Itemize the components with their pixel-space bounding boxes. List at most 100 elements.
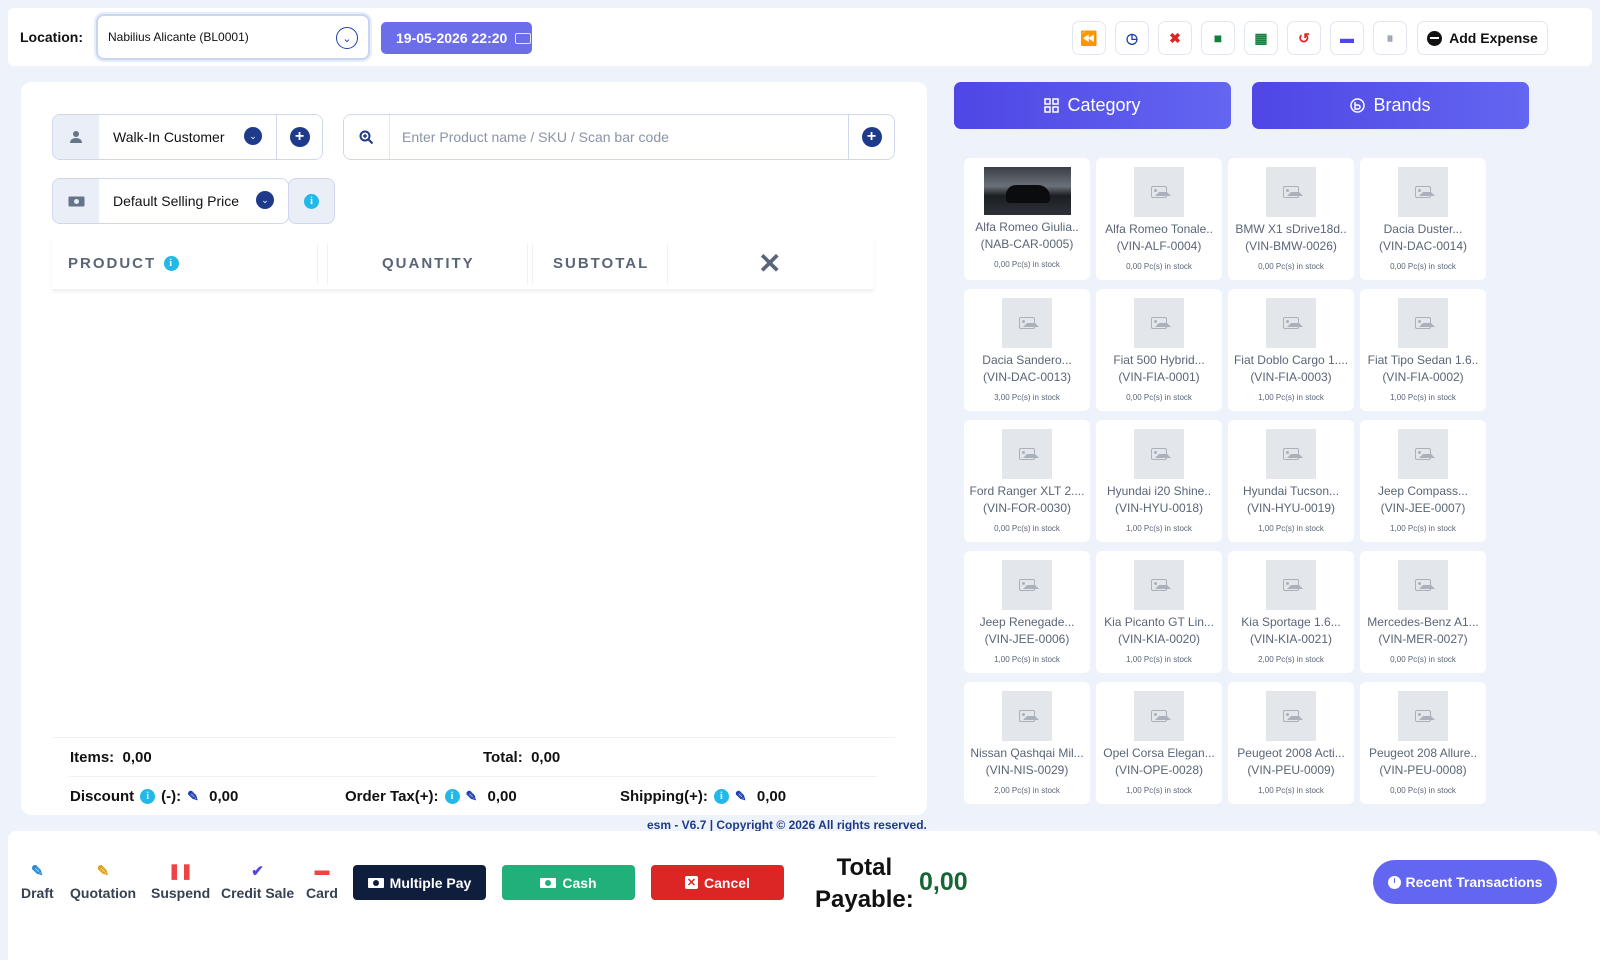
total-payable-value: 0,00 — [919, 868, 968, 896]
clear-cart-icon[interactable]: ✕ — [758, 247, 781, 280]
close-register-button[interactable]: ✖ — [1158, 21, 1192, 55]
add-expense-button[interactable]: Add Expense — [1417, 21, 1548, 55]
image-placeholder-icon — [1002, 429, 1052, 479]
product-card[interactable]: Mercedes-Benz A1... (VIN-MER-0027) 0,00 Pc… — [1360, 551, 1486, 673]
image-placeholder-icon — [1398, 691, 1448, 741]
price-group-info-button[interactable]: i — [288, 178, 335, 224]
order-tax-value: 0,00 — [487, 788, 517, 805]
money-bill-icon — [540, 877, 557, 888]
header-quantity: QUANTITY — [382, 255, 475, 272]
location-select[interactable]: Nabilius Alicante (BL0001) ⌄ — [96, 14, 370, 60]
price-group-select[interactable]: Default Selling Price ⌄ — [52, 178, 289, 224]
header-product: PRODUCT i — [68, 255, 180, 272]
card-label: Card — [306, 885, 338, 901]
image-placeholder-icon — [1398, 429, 1448, 479]
info-icon[interactable]: i — [444, 789, 460, 804]
product-card[interactable]: Kia Sportage 1.6... (VIN-KIA-0021) 2,00 Pc… — [1228, 551, 1354, 673]
total-value: 0,00 — [531, 749, 561, 766]
product-card[interactable]: Jeep Compass... (VIN-JEE-0007) 1,00 Pc(s) … — [1360, 420, 1486, 542]
cart-summary: Items: 0,00 Total: 0,00 Discount i (-): … — [52, 737, 895, 815]
info-icon[interactable]: i — [713, 789, 729, 804]
credit-sale-button[interactable]: ✔ Credit Sale — [221, 862, 294, 901]
pause-button[interactable]: ⏸ — [1373, 21, 1407, 55]
product-stock: 0,00 Pc(s) in stock — [994, 524, 1060, 533]
category-button[interactable]: Category — [954, 82, 1231, 129]
product-card[interactable]: Jeep Renegade... (VIN-JEE-0006) 1,00 Pc(s)… — [964, 551, 1090, 673]
product-sku: (VIN-PEU-0009) — [1247, 763, 1335, 777]
recent-transactions-button[interactable]: Recent Transactions — [1373, 860, 1557, 904]
product-name: Nissan Qashqai Mil... — [970, 746, 1084, 760]
product-card[interactable]: Hyundai i20 Shine.. (VIN-HYU-0018) 1,00 Pc… — [1096, 420, 1222, 542]
briefcase-button[interactable]: ■ — [1201, 21, 1235, 55]
product-card[interactable]: Dacia Duster... (VIN-DAC-0014) 0,00 Pc(s) … — [1360, 158, 1486, 280]
product-card[interactable]: Alfa Romeo Tonale.. (VIN-ALF-0004) 0,00 Pc… — [1096, 158, 1222, 280]
product-card[interactable]: Dacia Sandero... (VIN-DAC-0013) 3,00 Pc(s)… — [964, 289, 1090, 411]
edit-icon[interactable]: ✎ — [735, 788, 751, 805]
product-card[interactable]: BMW X1 sDrive18d.. (VIN-BMW-0026) 0,00 Pc(… — [1228, 158, 1354, 280]
credit-card-button[interactable]: ▬ — [1330, 21, 1364, 55]
category-label: Category — [1067, 95, 1141, 115]
check-icon: ✔ — [251, 863, 264, 880]
image-icon — [1019, 317, 1039, 329]
items-count: Items: 0,00 — [70, 749, 152, 766]
image-placeholder-icon — [1398, 560, 1448, 610]
cancel-button[interactable]: ✕ Cancel — [651, 865, 784, 900]
discount-row: Discount i (-): ✎ 0,00 — [70, 788, 238, 805]
product-card[interactable]: Ford Ranger XLT 2.... (VIN-FOR-0030) 0,00 … — [964, 420, 1090, 542]
product-stock: 0,00 Pc(s) in stock — [1126, 393, 1192, 402]
cash-button[interactable]: Cash — [502, 865, 635, 900]
product-card[interactable]: Opel Corsa Elegan... (VIN-OPE-0028) 1,00 P… — [1096, 682, 1222, 804]
product-sku: (VIN-BMW-0026) — [1245, 239, 1337, 253]
items-label: Items: — [70, 749, 115, 766]
product-search: + — [343, 114, 895, 160]
product-card[interactable]: Fiat Tipo Sedan 1.6.. (VIN-FIA-0002) 1,00 … — [1360, 289, 1486, 411]
product-sku: (VIN-DAC-0013) — [982, 370, 1072, 384]
product-stock: 1,00 Pc(s) in stock — [994, 655, 1060, 664]
plus-circle-icon: + — [289, 127, 310, 147]
product-stock: 0,00 Pc(s) in stock — [1126, 262, 1192, 271]
add-product-button[interactable]: + — [848, 115, 894, 159]
product-card[interactable]: Nissan Qashqai Mil... (VIN-NIS-0029) 2,00 … — [964, 682, 1090, 804]
quotation-button[interactable]: ✎ Quotation — [70, 862, 136, 901]
product-name: Kia Picanto GT Lin... — [1104, 615, 1214, 629]
multiple-pay-button[interactable]: Multiple Pay — [353, 865, 486, 900]
location-label: Location: — [20, 29, 83, 45]
info-icon[interactable]: i — [164, 256, 180, 271]
rewind-button[interactable]: ⏪ — [1072, 21, 1106, 55]
undo-button[interactable]: ↺ — [1287, 21, 1321, 55]
image-placeholder-icon — [1398, 298, 1448, 348]
transaction-date: 19-05-2026 22:20 — [396, 30, 508, 46]
transaction-date-button[interactable]: 19-05-2026 22:20 — [381, 22, 532, 54]
product-card[interactable]: Alfa Romeo Giulia.. (NAB-CAR-0005) 0,00 Pc… — [964, 158, 1090, 280]
product-card[interactable]: Peugeot 2008 Acti... (VIN-PEU-0009) 1,00 P… — [1228, 682, 1354, 804]
calculator-button[interactable]: ▦ — [1244, 21, 1278, 55]
product-stock: 0,00 Pc(s) in stock — [1390, 786, 1456, 795]
product-name: Opel Corsa Elegan... — [1103, 746, 1215, 760]
brands-label: Brands — [1373, 95, 1431, 115]
chevron-down-icon[interactable]: ⌄ — [256, 191, 274, 209]
info-icon[interactable]: i — [140, 789, 156, 804]
edit-icon[interactable]: ✎ — [187, 788, 203, 805]
draft-button[interactable]: ✎ Draft — [21, 862, 54, 901]
edit-icon[interactable]: ✎ — [466, 788, 482, 805]
image-icon — [1019, 448, 1039, 460]
clock-button[interactable]: ◷ — [1115, 21, 1149, 55]
search-input[interactable] — [390, 115, 848, 159]
product-card[interactable]: Kia Picanto GT Lin... (VIN-KIA-0020) 1,00 … — [1096, 551, 1222, 673]
product-card[interactable]: Hyundai Tucson... (VIN-HYU-0019) 1,00 Pc(s… — [1228, 420, 1354, 542]
product-card[interactable]: Fiat Doblo Cargo 1.... (VIN-FIA-0003) 1,00… — [1228, 289, 1354, 411]
product-card[interactable]: Fiat 500 Hybrid... (VIN-FIA-0001) 0,00 Pc(… — [1096, 289, 1222, 411]
image-placeholder-icon — [1002, 691, 1052, 741]
product-name: Alfa Romeo Tonale.. — [1105, 222, 1213, 236]
product-card[interactable]: Peugeot 208 Allure.. (VIN-PEU-0008) 0,00 P… — [1360, 682, 1486, 804]
add-customer-button[interactable]: + — [276, 115, 322, 159]
image-icon — [1151, 579, 1171, 591]
brands-button[interactable]: Brands — [1252, 82, 1529, 129]
card-button[interactable]: ▬ Card — [306, 862, 338, 901]
product-sku: (VIN-KIA-0020) — [1117, 632, 1201, 646]
suspend-button[interactable]: ❚❚ Suspend — [151, 862, 210, 901]
chevron-down-icon[interactable]: ⌄ — [244, 127, 262, 145]
product-name: Fiat Doblo Cargo 1.... — [1233, 353, 1349, 367]
product-stock: 1,00 Pc(s) in stock — [1390, 524, 1456, 533]
customer-select[interactable]: Walk-In Customer ⌄ + — [52, 114, 323, 160]
